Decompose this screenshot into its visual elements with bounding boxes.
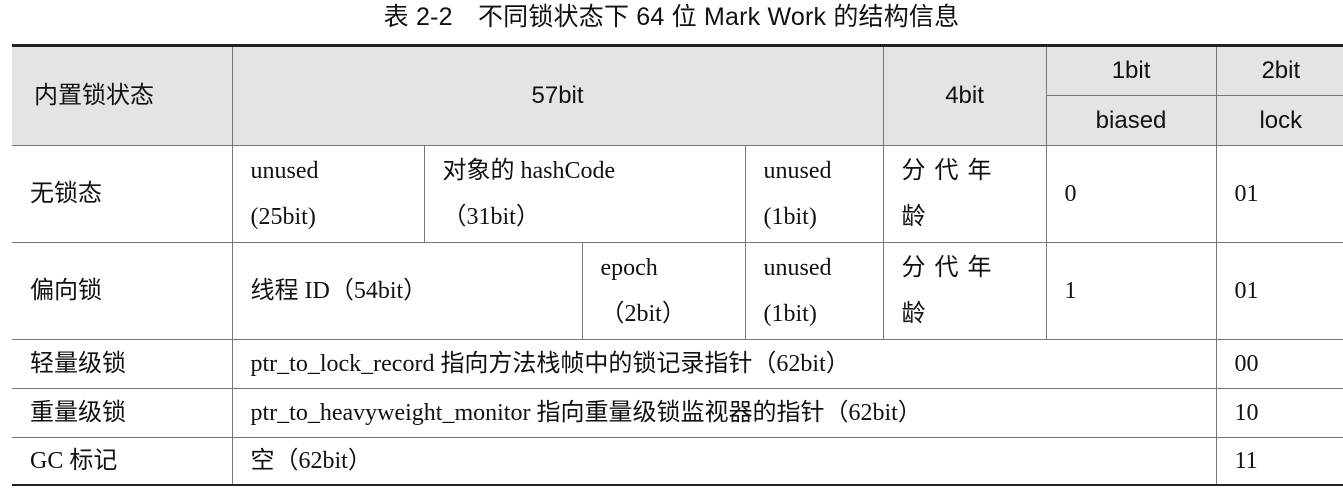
cell-text: 分代年 (901, 158, 1001, 184)
cell-epoch: epoch （2bit） (581, 242, 746, 340)
table-caption: 表 2-2 不同锁状态下 64 位 Mark Work 的结构信息 (383, 3, 960, 31)
state-gc-marked: GC 标记 (12, 437, 233, 486)
cell-lock-bits: 01 (1215, 145, 1343, 243)
table-row-lightweight: 轻量级锁 ptr_to_lock_record 指向方法栈帧中的锁记录指针（62… (12, 339, 1343, 389)
header-1bit: 1bit (1045, 45, 1217, 96)
cell-text: （2bit） (600, 301, 686, 327)
cell-text: （31bit） (442, 204, 540, 230)
cell-monitor-pointer: ptr_to_heavyweight_monitor 指向重量级锁监视器的指针（… (231, 388, 1217, 438)
cell-gc-age: 分代年 龄 (882, 145, 1047, 243)
cell-text: 龄 (901, 204, 926, 230)
cell-lock-bits: 11 (1215, 437, 1343, 486)
state-heavyweight: 重量级锁 (12, 388, 233, 438)
header-row-1: 内置锁状态 57bit 4bit 1bit 2bit (12, 45, 1343, 146)
header-4bit: 4bit (882, 45, 1047, 146)
state-unlocked: 无锁态 (12, 145, 233, 243)
header-2bit: 2bit (1215, 45, 1343, 96)
cell-text: (1bit) (763, 301, 817, 327)
cell-text: 龄 (901, 301, 926, 327)
header-lock: lock (1215, 95, 1343, 146)
cell-lock-bits: 10 (1215, 388, 1343, 438)
header-57bit: 57bit (231, 45, 884, 146)
cell-gc-age: 分代年 龄 (882, 242, 1047, 340)
cell-unused-1bit: unused (1bit) (744, 145, 884, 243)
cell-lock-record-pointer: ptr_to_lock_record 指向方法栈帧中的锁记录指针（62bit） (231, 339, 1217, 389)
cell-thread-id: 线程 ID（54bit） (231, 242, 583, 340)
mark-word-table: 内置锁状态 57bit 4bit 1bit 2bit biased lock 无… (12, 44, 1343, 486)
table-row-gc: GC 标记 空（62bit） 11 (12, 437, 1343, 486)
cell-empty: 空（62bit） (231, 437, 1217, 486)
table-row-heavyweight: 重量级锁 ptr_to_heavyweight_monitor 指向重量级锁监视… (12, 388, 1343, 438)
state-biased: 偏向锁 (12, 242, 233, 340)
header-state-label: 内置锁状态 (12, 45, 233, 146)
header-biased: biased (1046, 95, 1217, 146)
cell-biased-bit: 0 (1045, 145, 1217, 243)
cell-hashcode: 对象的 hashCode （31bit） (423, 145, 746, 243)
cell-lock-bits: 00 (1215, 339, 1343, 389)
table-row-unlocked: 无锁态 unused (25bit) 对象的 hashCode （31bit） … (12, 145, 1343, 243)
cell-unused-1bit: unused (1bit) (744, 242, 884, 340)
cell-text: (1bit) (763, 204, 817, 230)
cell-text: epoch (600, 255, 658, 281)
cell-text: 对象的 hashCode (442, 158, 616, 184)
cell-text: (25bit) (250, 204, 316, 230)
cell-unused-25bit: unused (25bit) (231, 145, 425, 243)
cell-biased-bit: 1 (1045, 242, 1217, 340)
cell-text: unused (763, 255, 832, 281)
table-row-biased: 偏向锁 线程 ID（54bit） epoch （2bit） unused (1b… (12, 242, 1343, 340)
cell-lock-bits: 01 (1215, 242, 1343, 340)
cell-text: unused (250, 158, 319, 184)
cell-text: 分代年 (901, 255, 1001, 281)
state-lightweight: 轻量级锁 (12, 339, 233, 389)
cell-text: unused (763, 158, 832, 184)
